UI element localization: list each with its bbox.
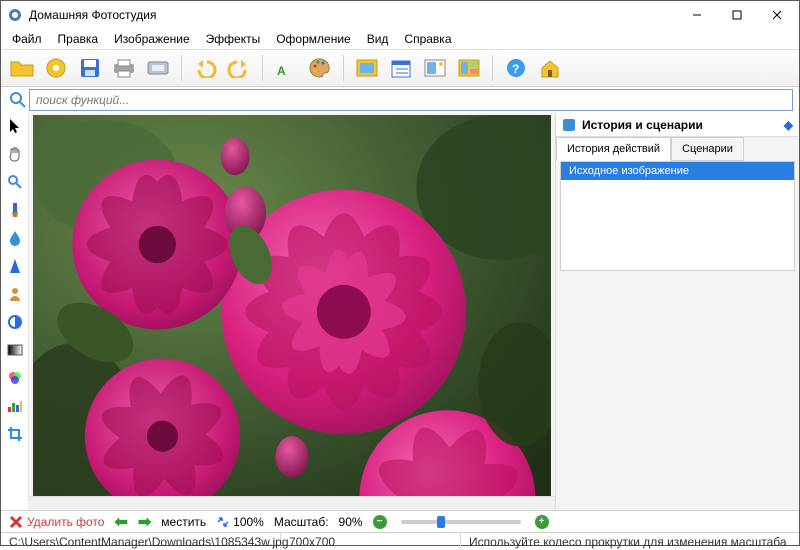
delete-icon xyxy=(9,515,23,529)
right-panel-tabs: История действий Сценарии xyxy=(556,137,799,161)
zoom-thumb[interactable] xyxy=(437,516,445,528)
main-toolbar: A ? xyxy=(1,49,799,87)
cursor-tool[interactable] xyxy=(5,117,25,135)
scale-label: Масштаб: xyxy=(274,515,329,529)
svg-text:?: ? xyxy=(512,62,519,76)
next-image-button[interactable]: ➡ xyxy=(138,512,151,532)
maximize-button[interactable] xyxy=(717,1,757,29)
image-canvas[interactable] xyxy=(29,113,555,510)
tool-palette xyxy=(1,113,29,510)
svg-text:A: A xyxy=(277,64,286,78)
history-list[interactable]: Исходное изображение xyxy=(560,161,795,271)
zoom-in-button[interactable]: + xyxy=(535,515,549,529)
flip-tool[interactable] xyxy=(5,257,25,275)
history-panel-icon xyxy=(562,118,576,132)
calendar-button[interactable] xyxy=(386,53,416,83)
search-row xyxy=(1,87,799,113)
prev-image-button[interactable]: ⬅ xyxy=(114,512,127,532)
gradient-tool[interactable] xyxy=(5,341,25,359)
text-button[interactable]: A xyxy=(271,53,301,83)
open-button[interactable] xyxy=(7,53,37,83)
titlebar: Домашняя Фотостудия xyxy=(1,1,799,29)
save-button[interactable] xyxy=(75,53,105,83)
main-area: История и сценарии ◆ История действий Сц… xyxy=(1,113,799,510)
minimize-button[interactable] xyxy=(677,1,717,29)
rgb-tool[interactable] xyxy=(5,369,25,387)
delete-label: Удалить фото xyxy=(27,515,104,529)
portrait-tool[interactable] xyxy=(5,285,25,303)
move-label: местить xyxy=(161,515,206,529)
hand-tool[interactable] xyxy=(5,145,25,163)
pin-icon[interactable]: ◆ xyxy=(784,118,793,132)
undo-button[interactable] xyxy=(190,53,220,83)
status-filepath: C:\Users\ContentManager\Downloads\108534… xyxy=(1,533,281,550)
fit-icon[interactable]: 100% xyxy=(216,515,264,529)
search-input[interactable] xyxy=(29,89,793,111)
contrast-tool[interactable] xyxy=(5,313,25,331)
close-button[interactable] xyxy=(757,1,797,29)
brush-tool[interactable] xyxy=(5,201,25,219)
statusbar: C:\Users\ContentManager\Downloads\108534… xyxy=(1,532,799,550)
menubar: Файл Правка Изображение Эффекты Оформлен… xyxy=(1,29,799,49)
menu-help[interactable]: Справка xyxy=(397,30,458,48)
window-title: Домашняя Фотостудия xyxy=(29,8,677,22)
menu-view[interactable]: Вид xyxy=(360,30,396,48)
toolbar-separator xyxy=(492,55,493,81)
toolbar-separator xyxy=(262,55,263,81)
right-panel-header: История и сценарии ◆ xyxy=(556,113,799,137)
palette-button[interactable] xyxy=(305,53,335,83)
menu-effects[interactable]: Эффекты xyxy=(199,30,268,48)
scale-value: 90% xyxy=(339,515,363,529)
home-button[interactable] xyxy=(535,53,565,83)
search-icon xyxy=(7,91,29,109)
history-item[interactable]: Исходное изображение xyxy=(561,162,794,180)
menu-file[interactable]: Файл xyxy=(5,30,49,48)
collage-button[interactable] xyxy=(454,53,484,83)
zoom-slider[interactable] xyxy=(401,520,521,524)
toolbar-separator xyxy=(181,55,182,81)
right-panel: История и сценарии ◆ История действий Сц… xyxy=(555,113,799,510)
print-button[interactable] xyxy=(109,53,139,83)
tab-history[interactable]: История действий xyxy=(556,137,671,161)
app-icon xyxy=(7,7,23,23)
scan-button[interactable] xyxy=(143,53,173,83)
horizontal-scrollbar[interactable] xyxy=(29,496,555,510)
right-panel-title: История и сценарии xyxy=(582,118,703,132)
zoom-tool[interactable] xyxy=(5,173,25,191)
delete-photo-button[interactable]: Удалить фото xyxy=(9,515,104,529)
redo-button[interactable] xyxy=(224,53,254,83)
menu-design[interactable]: Оформление xyxy=(269,30,357,48)
bottom-bar: Удалить фото ⬅ ➡ местить 100% Масштаб: 9… xyxy=(1,510,799,532)
drop-tool[interactable] xyxy=(5,229,25,247)
catalog-button[interactable] xyxy=(41,53,71,83)
zoom-out-button[interactable]: − xyxy=(373,515,387,529)
levels-tool[interactable] xyxy=(5,397,25,415)
tab-scenarios[interactable]: Сценарии xyxy=(671,137,744,161)
crop-tool[interactable] xyxy=(5,425,25,443)
menu-edit[interactable]: Правка xyxy=(51,30,106,48)
frame-button[interactable] xyxy=(352,53,382,83)
photo-content xyxy=(33,115,551,510)
help-button[interactable]: ? xyxy=(501,53,531,83)
menu-image[interactable]: Изображение xyxy=(107,30,197,48)
postcard-button[interactable] xyxy=(420,53,450,83)
toolbar-separator xyxy=(343,55,344,81)
status-dimensions: 700x700 xyxy=(281,533,461,550)
status-hint: Используйте колесо прокрутки для изменен… xyxy=(461,533,799,550)
